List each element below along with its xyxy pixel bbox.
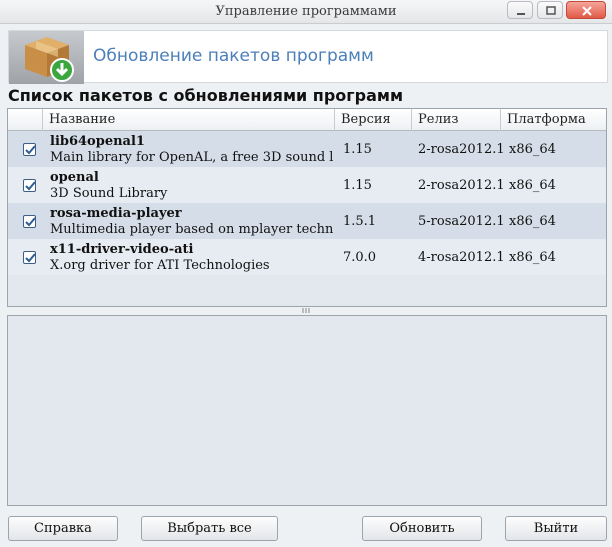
update-button[interactable]: Обновить: [362, 516, 482, 541]
table-header: Название Версия Релиз Платформа: [8, 109, 606, 131]
package-release: 5-rosa2012.1: [418, 214, 505, 229]
package-platform: x86_64: [509, 142, 556, 157]
package-version: 1.15: [343, 178, 372, 193]
close-button[interactable]: [566, 1, 606, 19]
column-header-name[interactable]: Название: [43, 109, 335, 131]
row-checkbox[interactable]: [23, 215, 36, 228]
window-titlebar: Управление программами: [0, 0, 612, 24]
package-platform: x86_64: [509, 178, 556, 193]
package-description: Main library for OpenAL, a free 3D sound…: [50, 150, 334, 165]
minimize-icon: [517, 13, 525, 15]
column-header-version[interactable]: Версия: [335, 109, 412, 131]
checkmark-icon: [25, 181, 36, 191]
checkmark-icon: [25, 145, 36, 155]
package-release: 4-rosa2012.1: [418, 250, 505, 265]
package-platform: x86_64: [509, 250, 556, 265]
splitter-handle[interactable]: [302, 308, 310, 313]
select-all-button[interactable]: Выбрать все: [141, 516, 278, 541]
maximize-icon: [546, 6, 556, 15]
page-title: Обновление пакетов программ: [93, 46, 374, 66]
package-name: x11-driver-video-ati: [50, 242, 194, 257]
close-icon: [582, 6, 592, 16]
column-header-release[interactable]: Релиз: [412, 109, 501, 131]
table-row[interactable]: lib64openal1 Main library for OpenAL, a …: [8, 131, 606, 167]
package-platform: x86_64: [509, 214, 556, 229]
row-checkbox[interactable]: [23, 251, 36, 264]
package-version: 7.0.0: [343, 250, 377, 265]
grip-icon: [302, 308, 310, 313]
package-details-panel: [7, 315, 607, 506]
maximize-button[interactable]: [537, 1, 563, 19]
column-header-platform[interactable]: Платформа: [501, 109, 606, 131]
package-table: Название Версия Релиз Платформа lib64ope…: [7, 108, 607, 307]
exit-button[interactable]: Выйти: [505, 516, 607, 541]
header-banner: Обновление пакетов программ: [8, 30, 608, 84]
package-list-label: Список пакетов с обновлениями программ: [8, 86, 404, 105]
package-description: X.org driver for ATI Technologies: [50, 258, 270, 273]
package-name: rosa-media-player: [50, 206, 182, 221]
minimize-button[interactable]: [507, 1, 533, 19]
checkmark-icon: [25, 217, 36, 227]
help-button[interactable]: Справка: [8, 516, 118, 541]
column-header-check[interactable]: [8, 109, 43, 131]
package-download-icon: [9, 31, 84, 84]
table-row[interactable]: rosa-media-player Multimedia player base…: [8, 203, 606, 239]
package-release: 2-rosa2012.1: [418, 178, 505, 193]
package-name: openal: [50, 170, 99, 185]
package-name: lib64openal1: [50, 134, 145, 149]
row-checkbox[interactable]: [23, 179, 36, 192]
table-row[interactable]: x11-driver-video-ati X.org driver for AT…: [8, 239, 606, 275]
package-version: 1.5.1: [343, 214, 377, 229]
row-checkbox[interactable]: [23, 143, 36, 156]
package-version: 1.15: [343, 142, 372, 157]
checkmark-icon: [25, 253, 36, 263]
package-release: 2-rosa2012.1: [418, 142, 505, 157]
package-description: Multimedia player based on mplayer techn…: [50, 222, 334, 237]
package-description: 3D Sound Library: [50, 186, 168, 201]
table-row[interactable]: openal 3D Sound Library 1.15 2-rosa2012.…: [8, 167, 606, 203]
